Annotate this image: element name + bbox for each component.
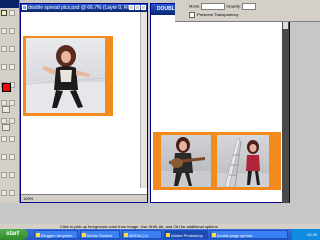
taskbar-item-label: MEDIA (J:) — [129, 233, 149, 238]
browser-icon — [36, 233, 40, 237]
photo-girl-with-ladder-drawing — [217, 138, 269, 187]
photo-girl-with-guitar — [161, 135, 211, 187]
opacity-label: Opacity: — [226, 3, 242, 9]
hand-tool-icon[interactable] — [1, 190, 7, 196]
healing-brush-tool-icon[interactable] — [1, 64, 7, 70]
taskbar-item[interactable]: Blogger: tenyears — [34, 230, 78, 239]
eyedropper-tool-icon[interactable] — [9, 172, 15, 178]
clock[interactable]: 22:39 — [307, 232, 317, 237]
start-button[interactable]: start — [0, 229, 28, 240]
quick-mask-buttons — [2, 100, 19, 136]
orange-photo-strip — [153, 132, 281, 190]
photo-girl-with-ladder — [217, 135, 269, 187]
crop-tool-icon[interactable] — [1, 46, 7, 52]
maximize-icon[interactable] — [135, 5, 140, 10]
taskbar-item-label: double page spread — [217, 233, 253, 238]
close-icon[interactable] — [141, 5, 146, 10]
photo-girl-sitting — [26, 38, 105, 113]
options-row-transparency: Preserve Transparency — [189, 12, 238, 18]
photo-girl-with-guitar-drawing — [161, 137, 211, 187]
document-window-left: double spread pics.psd @ 66.7% (Layer 0,… — [20, 3, 148, 203]
taskbar-item-active[interactable]: Adobe Photoshop — [164, 230, 208, 239]
document-window-right: DOUBLE PAGE SPREAD — [150, 3, 290, 203]
mode-select[interactable] — [201, 3, 226, 10]
window-controls — [128, 5, 146, 12]
taskbar-item-label: Blogger: tenyears — [41, 233, 73, 238]
quick-mask-icon[interactable] — [2, 124, 10, 131]
drive-icon — [124, 233, 128, 237]
workspace-background — [20, 204, 320, 224]
mode-label: Mode: — [189, 3, 201, 9]
document-icon — [212, 233, 216, 237]
document-canvas[interactable] — [21, 12, 141, 188]
magic-wand-tool-icon[interactable] — [9, 28, 15, 34]
folder-icon — [82, 233, 86, 237]
shape-tool-icon[interactable] — [9, 154, 15, 160]
preserve-transparency-checkbox[interactable] — [189, 12, 195, 18]
lasso-tool-icon[interactable] — [1, 28, 7, 34]
zoom-readout[interactable]: 100% — [23, 196, 33, 201]
foreground-color-swatch[interactable] — [2, 83, 11, 92]
system-tray: 22:39 — [292, 229, 320, 240]
marquee-tool-icon[interactable] — [1, 10, 7, 16]
move-tool-icon[interactable] — [9, 10, 15, 16]
photoshop-doc-icon — [22, 5, 27, 10]
options-row-mode: Mode: Opacity: — [189, 3, 257, 10]
tool-options-bar: Mode: Opacity: Preserve Transparency — [175, 0, 320, 22]
pen-tool-icon[interactable] — [1, 154, 7, 160]
slice-tool-icon[interactable] — [9, 46, 15, 52]
vertical-scrollbar[interactable] — [140, 12, 147, 188]
start-label: start — [6, 231, 20, 237]
taskbar-item[interactable]: double page spread — [210, 230, 288, 239]
document-title-bar[interactable]: double spread pics.psd @ 66.7% (Layer 0,… — [21, 4, 147, 12]
zoom-tool-icon[interactable] — [9, 190, 15, 196]
document-canvas-right[interactable] — [151, 15, 283, 195]
preserve-transparency-label: Preserve Transparency — [197, 12, 239, 18]
photo-girl-sitting-drawing — [26, 45, 105, 113]
brush-tool-icon[interactable] — [9, 64, 15, 70]
document-title: double spread pics.psd @ 66.7% (Layer 0,… — [28, 5, 141, 11]
type-tool-icon[interactable] — [9, 136, 15, 142]
document-status-bar: 100% — [21, 194, 147, 202]
taskbar-item[interactable]: Media Studies — [80, 230, 120, 239]
minimize-icon[interactable] — [129, 5, 134, 10]
notes-tool-icon[interactable] — [1, 172, 7, 178]
taskbar-item[interactable]: MEDIA (J:) — [122, 230, 162, 239]
taskbar-item-label: Media Studies — [87, 233, 113, 238]
tools-palette — [0, 0, 20, 203]
vertical-scrollbar-right[interactable] — [282, 15, 289, 203]
opacity-field[interactable] — [242, 3, 257, 10]
orange-photo-frame — [23, 36, 113, 116]
taskbar-item-label: Adobe Photoshop — [171, 233, 203, 238]
standard-mode-icon[interactable] — [2, 106, 10, 113]
tools-palette-header[interactable] — [0, 0, 19, 8]
path-selection-tool-icon[interactable] — [1, 136, 7, 142]
photoshop-icon — [166, 233, 170, 237]
windows-taskbar: start Blogger: tenyears Media Studies ME… — [0, 229, 320, 240]
